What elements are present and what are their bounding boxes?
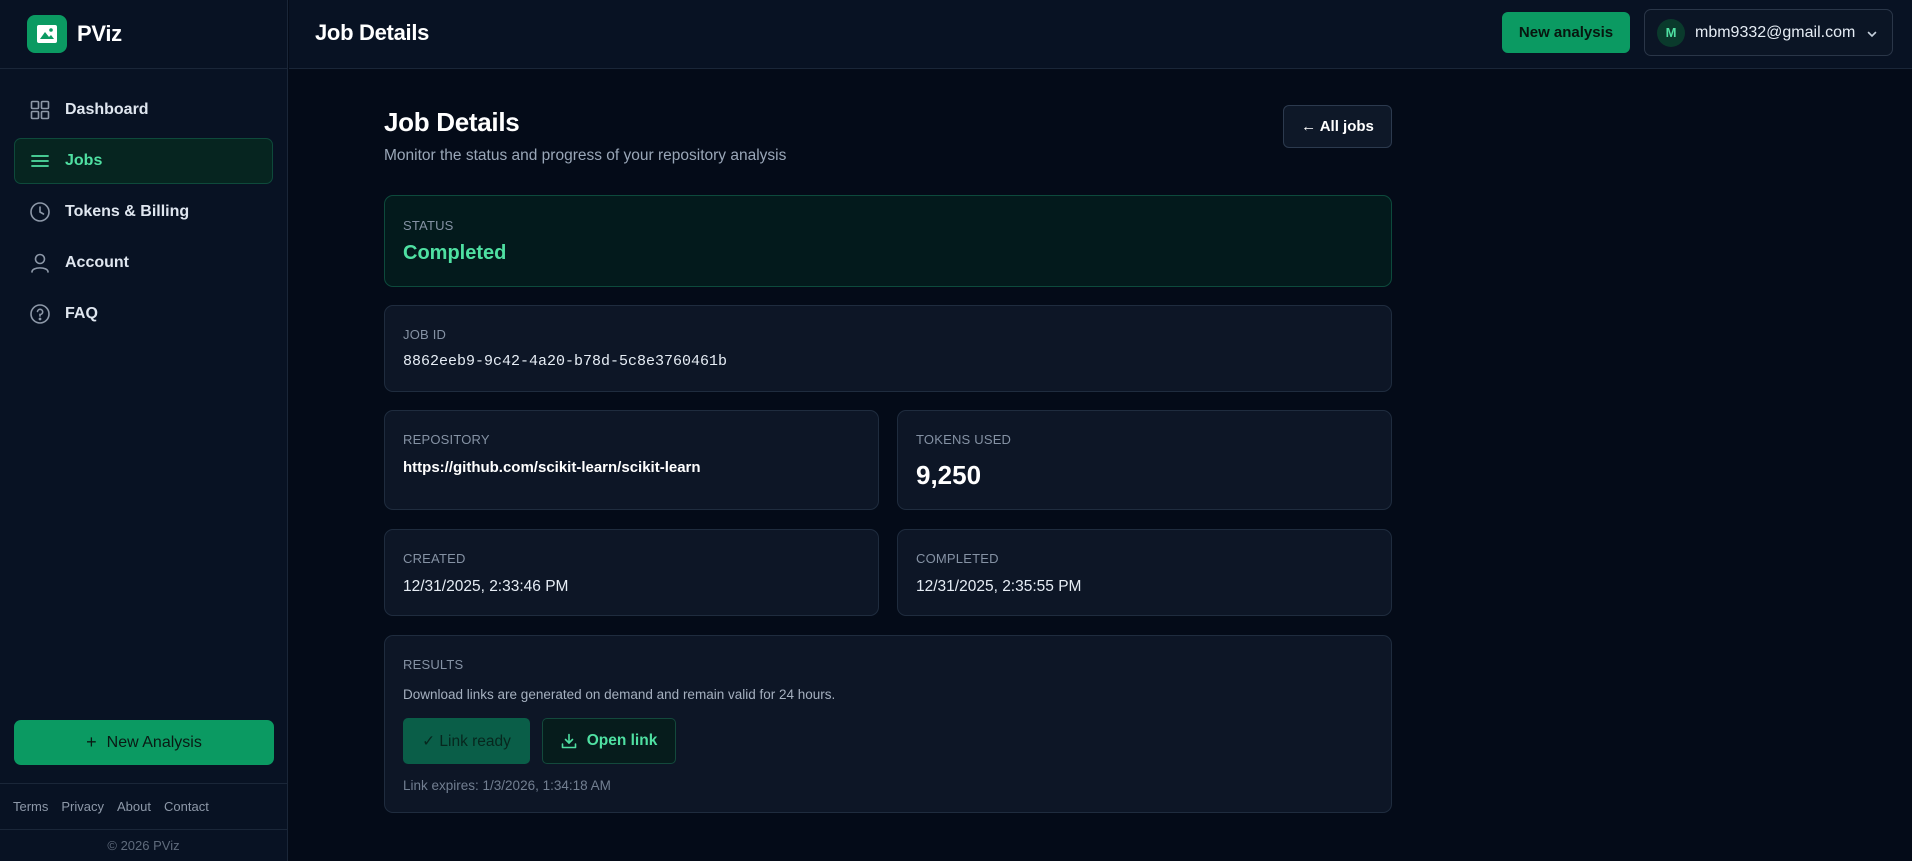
page-title: Job Details — [384, 107, 520, 137]
status-value: Completed — [403, 242, 507, 264]
open-link-label: Open link — [586, 732, 658, 749]
sidebar: PViz Dashboard Jobs Tokens & Billing Acc… — [0, 0, 288, 861]
clock-icon — [29, 201, 51, 223]
download-icon — [561, 733, 577, 749]
topbar: Job Details New analysis M mbm9332@gmail… — [289, 0, 1912, 69]
sidebar-item-tokens-billing[interactable]: Tokens & Billing — [14, 189, 273, 235]
footer-link-contact[interactable]: Contact — [164, 799, 209, 814]
open-link-button[interactable]: Open link — [542, 718, 676, 764]
status-card: STATUS Completed — [384, 195, 1392, 287]
link-expires: Link expires: 1/3/2026, 1:34:18 AM — [403, 778, 611, 793]
topbar-title: Job Details — [315, 20, 430, 45]
results-card: RESULTS Download links are generated on … — [384, 635, 1392, 813]
completed-label: COMPLETED — [916, 551, 999, 566]
help-circle-icon — [29, 303, 51, 325]
grid-icon — [29, 99, 51, 121]
sidebar-item-label: Account — [65, 254, 129, 271]
job-id-label: JOB ID — [403, 327, 447, 342]
avatar: M — [1657, 18, 1685, 47]
sidebar-item-label: Tokens & Billing — [65, 203, 190, 220]
all-jobs-button[interactable]: ← All jobs — [1283, 105, 1392, 148]
footer-link-about[interactable]: About — [117, 799, 151, 814]
user-icon — [29, 252, 51, 274]
sidebar-item-dashboard[interactable]: Dashboard — [14, 87, 273, 133]
logo-icon — [27, 15, 67, 53]
sidebar-item-label: FAQ — [65, 305, 98, 322]
created-card: CREATED 12/31/2025, 2:33:46 PM — [384, 529, 879, 616]
sidebar-item-jobs[interactable]: Jobs — [14, 138, 273, 184]
repository-value: https://github.com/scikit-learn/scikit-l… — [403, 459, 701, 476]
completed-card: COMPLETED 12/31/2025, 2:35:55 PM — [897, 529, 1392, 616]
sidebar-item-account[interactable]: Account — [14, 240, 273, 286]
chevron-down-icon — [1866, 27, 1878, 45]
brand[interactable]: PViz — [0, 0, 287, 69]
user-email: mbm9332@gmail.com — [1695, 23, 1856, 41]
link-ready-button[interactable]: ✓ Link ready — [403, 718, 530, 764]
copyright: © 2026 PViz — [107, 838, 180, 853]
sidebar-item-faq[interactable]: FAQ — [14, 291, 273, 337]
plus-icon: + — [86, 732, 97, 752]
sidebar-nav: Dashboard Jobs Tokens & Billing Account … — [0, 69, 287, 337]
results-note: Download links are generated on demand a… — [403, 687, 836, 702]
tokens-label: TOKENS USED — [916, 432, 1012, 447]
tokens-value: 9,250 — [916, 460, 982, 490]
status-label: STATUS — [403, 218, 454, 233]
repository-card: REPOSITORY https://github.com/scikit-lea… — [384, 410, 879, 510]
job-id-value: 8862eeb9-9c42-4a20-b78d-5c8e3760461b — [403, 353, 728, 370]
new-analysis-header-button[interactable]: New analysis — [1502, 12, 1630, 53]
created-label: CREATED — [403, 551, 466, 566]
footer-link-privacy[interactable]: Privacy — [61, 799, 104, 814]
page-subtitle: Monitor the status and progress of your … — [384, 147, 787, 164]
new-analysis-button[interactable]: + New Analysis — [14, 720, 274, 765]
completed-value: 12/31/2025, 2:35:55 PM — [916, 578, 1082, 595]
tokens-card: TOKENS USED 9,250 — [897, 410, 1392, 510]
results-label: RESULTS — [403, 657, 464, 672]
job-id-card: JOB ID 8862eeb9-9c42-4a20-b78d-5c8e37604… — [384, 305, 1392, 392]
user-menu[interactable]: M mbm9332@gmail.com — [1644, 9, 1893, 56]
list-icon — [29, 150, 51, 172]
sidebar-item-label: Dashboard — [65, 101, 149, 118]
footer-link-terms[interactable]: Terms — [13, 799, 48, 814]
new-analysis-label: New Analysis — [106, 733, 202, 751]
brand-name: PViz — [77, 21, 122, 46]
created-value: 12/31/2025, 2:33:46 PM — [403, 578, 569, 595]
repository-label: REPOSITORY — [403, 432, 490, 447]
sidebar-item-label: Jobs — [65, 152, 103, 169]
footer-links: Terms Privacy About Contact — [0, 783, 287, 830]
